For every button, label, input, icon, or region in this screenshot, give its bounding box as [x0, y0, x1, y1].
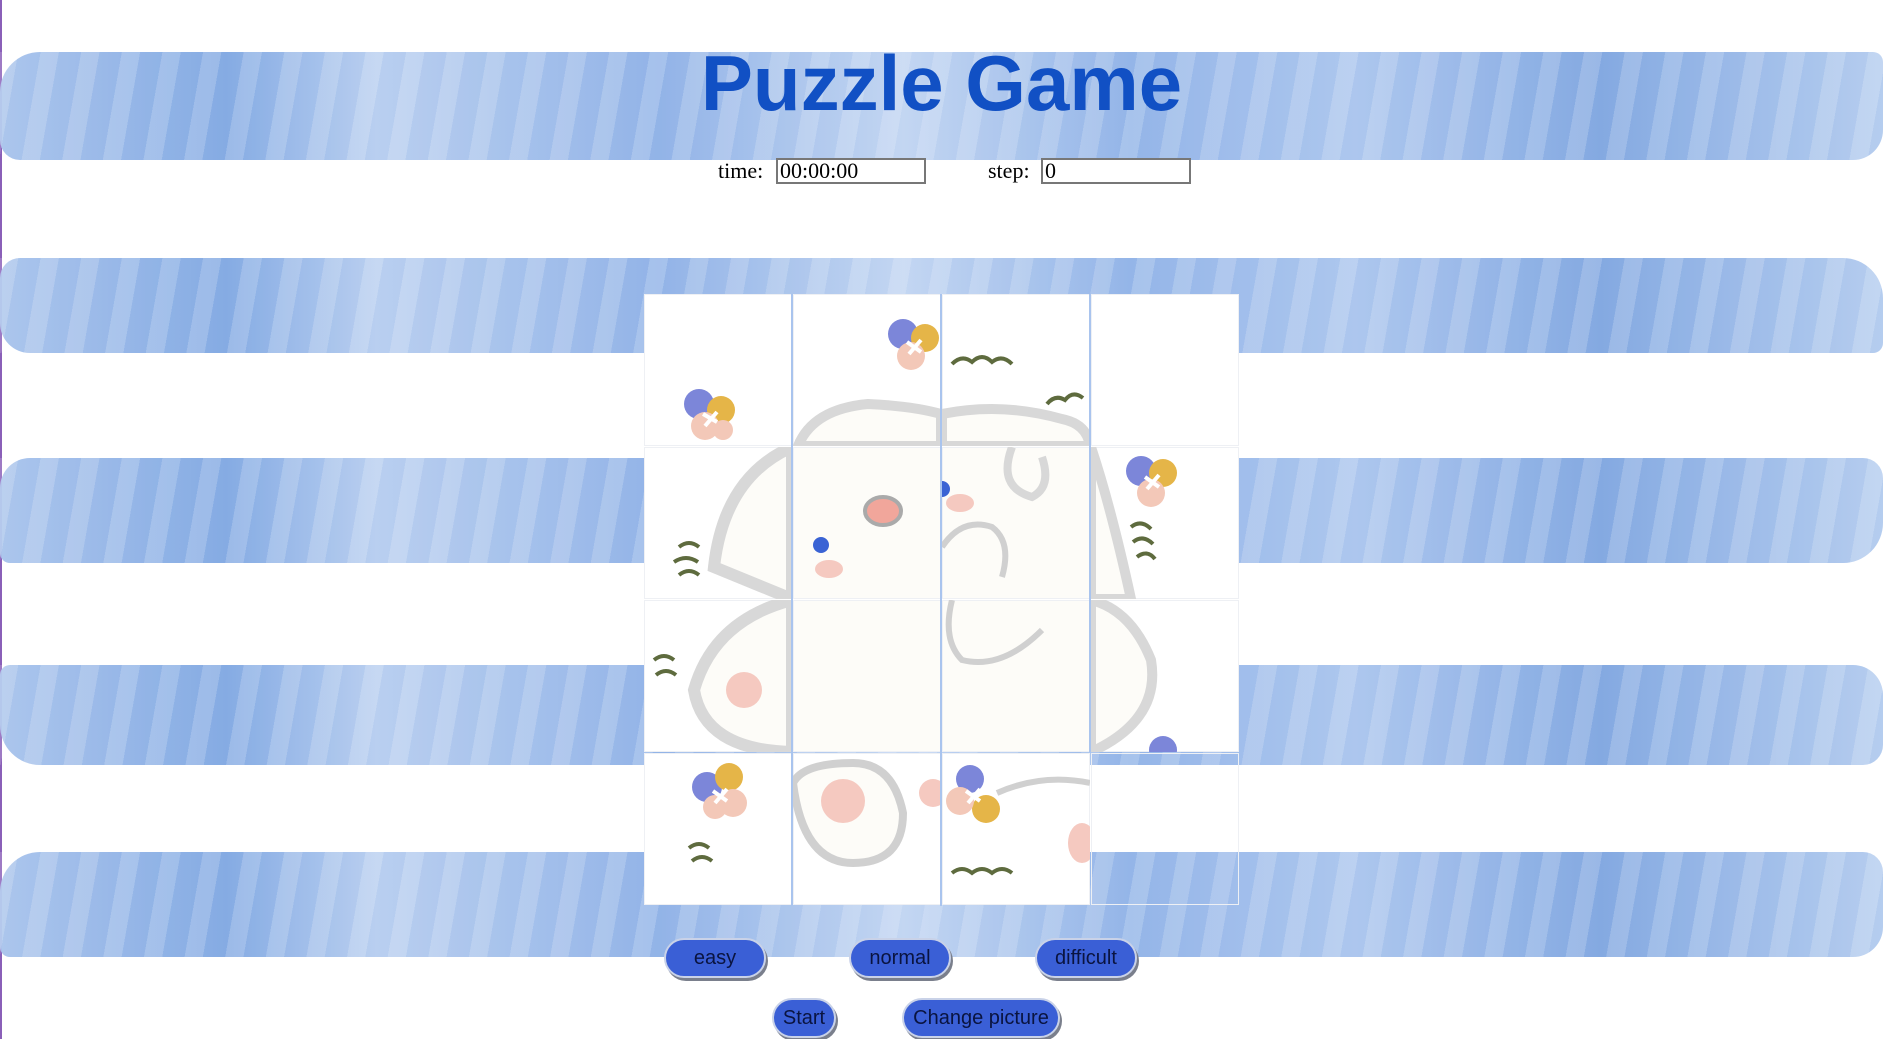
tile-seam [1089, 294, 1091, 753]
tile-image [942, 355, 1090, 446]
start-button[interactable]: Start [772, 998, 836, 1038]
puzzle-tile[interactable] [793, 447, 941, 599]
puzzle-tile[interactable] [942, 600, 1090, 752]
puzzle-tile[interactable] [1091, 294, 1239, 446]
puzzle-board [644, 294, 1240, 908]
tile-seam [791, 294, 793, 906]
empty-slot[interactable] [1091, 753, 1239, 905]
difficult-button[interactable]: difficult [1035, 938, 1137, 978]
tile-image [945, 600, 1045, 665]
tile-image [793, 758, 941, 868]
time-label: time: [718, 158, 764, 183]
page-title: Puzzle Game [700, 39, 1183, 127]
step-label: step: [988, 158, 1030, 183]
puzzle-tile[interactable] [1091, 447, 1239, 599]
tile-image [672, 447, 792, 599]
puzzle-tile[interactable] [644, 294, 792, 446]
tile-seam [940, 294, 942, 906]
time-field[interactable] [776, 158, 926, 184]
tile-image [793, 600, 941, 752]
puzzle-tile[interactable] [942, 294, 1090, 446]
puzzle-tile[interactable] [942, 447, 1090, 599]
tile-image [813, 495, 903, 578]
puzzle-tile[interactable] [942, 753, 1090, 905]
puzzle-tile[interactable] [644, 600, 792, 752]
tile-image [1091, 600, 1177, 752]
step-field[interactable] [1041, 158, 1191, 184]
tile-image [1091, 447, 1177, 599]
flower-icon [684, 389, 735, 440]
tile-image [1091, 294, 1239, 446]
tile-image [946, 765, 1090, 876]
puzzle-tile[interactable] [793, 600, 941, 752]
puzzle-tile[interactable] [644, 447, 792, 599]
easy-button[interactable]: easy [664, 938, 766, 978]
puzzle-tile[interactable] [1091, 600, 1239, 752]
tile-image [687, 763, 747, 863]
normal-button[interactable]: normal [849, 938, 951, 978]
tile-image [793, 319, 941, 446]
tile-image [942, 447, 1050, 578]
puzzle-tile[interactable] [793, 294, 941, 446]
puzzle-tile[interactable] [644, 753, 792, 905]
puzzle-tile[interactable] [793, 753, 941, 905]
change-picture-button[interactable]: Change picture [902, 998, 1060, 1038]
tile-image [652, 600, 792, 752]
tile-image [684, 389, 735, 440]
